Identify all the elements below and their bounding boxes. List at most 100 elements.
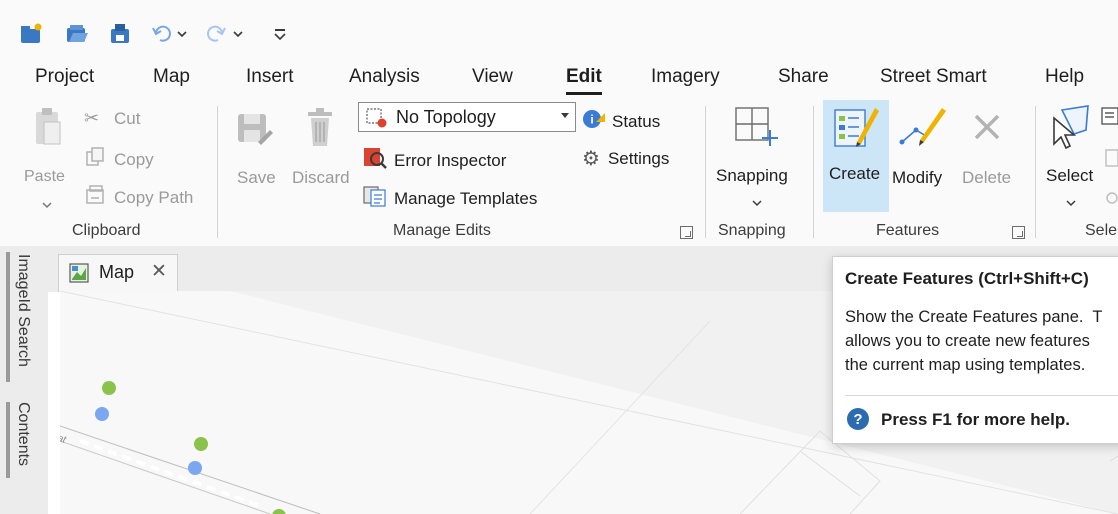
redo-dropdown-icon[interactable] <box>232 22 244 46</box>
close-icon[interactable]: ✕ <box>151 260 167 283</box>
select-dropdown-icon <box>1066 194 1076 212</box>
save-edits-icon <box>234 108 274 153</box>
manage-edits-launcher-icon[interactable] <box>680 226 693 239</box>
tooltip-help: Press F1 for more help. <box>881 410 1070 429</box>
tab-view[interactable]: View <box>472 66 513 88</box>
side-tab-imageid-search[interactable]: ImageId Search <box>14 254 32 367</box>
undo-dropdown-icon[interactable] <box>176 22 188 46</box>
copy-path-label: Copy Path <box>114 187 194 207</box>
group-separator <box>705 106 706 238</box>
delete-label: Delete <box>962 168 1012 187</box>
zoom-to-selection-icon[interactable] <box>1104 190 1118 211</box>
group-separator <box>217 106 218 238</box>
tab-street-smart[interactable]: Street Smart <box>880 66 987 88</box>
help-icon: ? <box>847 408 869 430</box>
quick-access-toolbar <box>0 0 1118 56</box>
modify-label: Modify <box>892 168 943 187</box>
snapping-button[interactable]: Snapping <box>714 102 800 212</box>
map-icon <box>69 263 89 288</box>
status-icon: i <box>582 108 606 135</box>
map-point-blue[interactable] <box>188 461 202 475</box>
attributes-icon[interactable] <box>1100 106 1118 131</box>
map-point-green[interactable] <box>194 437 208 451</box>
tab-imagery[interactable]: Imagery <box>651 66 720 88</box>
tab-share[interactable]: Share <box>778 66 829 88</box>
side-tab-indicator <box>6 402 10 478</box>
discard-edits-button[interactable]: Discard <box>292 104 354 188</box>
create-features-tooltip: Create Features (Ctrl+Shift+C) Show the … <box>832 256 1118 444</box>
paste-label: Paste <box>24 168 65 185</box>
copy-label: Copy <box>114 149 154 169</box>
manage-templates-button[interactable]: Manage Templates <box>362 184 537 213</box>
copy-path-button[interactable]: Copy Path <box>84 184 193 211</box>
error-inspector-icon <box>362 146 388 175</box>
tab-analysis[interactable]: Analysis <box>349 66 420 88</box>
tab-help[interactable]: Help <box>1045 66 1084 88</box>
save-edits-label: Save <box>237 168 276 187</box>
group-separator <box>1035 106 1036 238</box>
tab-map[interactable]: Map <box>153 66 190 88</box>
open-project-icon[interactable] <box>64 22 90 46</box>
paste-button[interactable]: Paste <box>24 104 70 209</box>
map-point-green[interactable] <box>102 381 116 395</box>
features-launcher-icon[interactable] <box>1012 226 1025 239</box>
select-label: Select <box>1046 166 1094 185</box>
ribbon-tabs: Project Map Insert Analysis View Edit Im… <box>0 56 1118 98</box>
map-tab-title: Map <box>99 262 135 282</box>
group-separator <box>813 106 814 238</box>
cut-button[interactable]: ✂ Cut <box>84 108 140 129</box>
tooltip-divider <box>845 395 1118 396</box>
tab-insert[interactable]: Insert <box>246 66 294 88</box>
svg-text:i: i <box>590 113 593 127</box>
status-button[interactable]: i Status <box>582 108 660 135</box>
copy-icon <box>84 146 106 173</box>
copy-button[interactable]: Copy <box>84 146 154 173</box>
selection-group-label: Sele <box>1085 222 1118 239</box>
delete-features-button[interactable]: Delete <box>960 104 1016 188</box>
tooltip-body: Show the Create Features pane. T allows … <box>845 308 1103 374</box>
snapping-dropdown-icon <box>752 194 762 212</box>
clipboard-group-label: Clipboard <box>72 222 141 239</box>
undo-icon[interactable] <box>150 22 174 46</box>
topology-dropdown[interactable]: No Topology <box>358 102 576 132</box>
tooltip-title: Create Features (Ctrl+Shift+C) <box>845 269 1089 288</box>
snapping-icon <box>732 104 778 155</box>
status-label: Status <box>612 111 661 131</box>
gear-icon: ⚙ <box>582 148 600 170</box>
new-project-icon[interactable] <box>18 22 44 46</box>
cut-label: Cut <box>114 108 141 128</box>
select-icon <box>1048 104 1094 155</box>
manage-templates-icon <box>362 184 388 213</box>
topology-value: No Topology <box>396 107 496 127</box>
ribbon: Paste ✂ Cut Copy Copy Path Clipboard Sav… <box>0 98 1118 247</box>
snapping-group-label: Snapping <box>718 222 786 239</box>
map-tab[interactable]: Map ✕ <box>58 254 178 292</box>
map-point-blue[interactable] <box>95 407 109 421</box>
modify-features-button[interactable]: Modify <box>890 104 960 188</box>
discard-edits-label: Discard <box>292 168 350 187</box>
features-group-label: Features <box>876 222 940 239</box>
modify-features-icon <box>898 104 946 155</box>
tab-project[interactable]: Project <box>35 66 94 88</box>
error-inspector-label: Error Inspector <box>394 150 507 170</box>
create-features-icon <box>833 104 879 155</box>
side-tab-contents[interactable]: Contents <box>14 402 32 466</box>
settings-label: Settings <box>607 148 670 168</box>
redo-icon[interactable] <box>204 22 228 46</box>
clear-selection-icon[interactable] <box>1104 148 1118 173</box>
customize-icon[interactable] <box>272 22 288 46</box>
chevron-down-icon <box>561 113 569 118</box>
manage-templates-label: Manage Templates <box>394 188 538 208</box>
paste-icon <box>34 108 62 153</box>
create-features-button[interactable]: Create <box>823 100 889 212</box>
delete-icon <box>972 112 1002 147</box>
tab-edit[interactable]: Edit <box>566 66 602 95</box>
settings-button[interactable]: ⚙ Settings <box>582 146 669 171</box>
save-edits-button[interactable]: Save <box>232 104 282 188</box>
side-dock-tabs: ImageId Search Contents <box>0 246 48 514</box>
topology-icon <box>365 107 389 134</box>
save-project-icon[interactable] <box>108 22 134 46</box>
create-label: Create <box>829 164 881 183</box>
copy-path-icon <box>84 184 106 211</box>
error-inspector-button[interactable]: Error Inspector <box>362 146 506 175</box>
